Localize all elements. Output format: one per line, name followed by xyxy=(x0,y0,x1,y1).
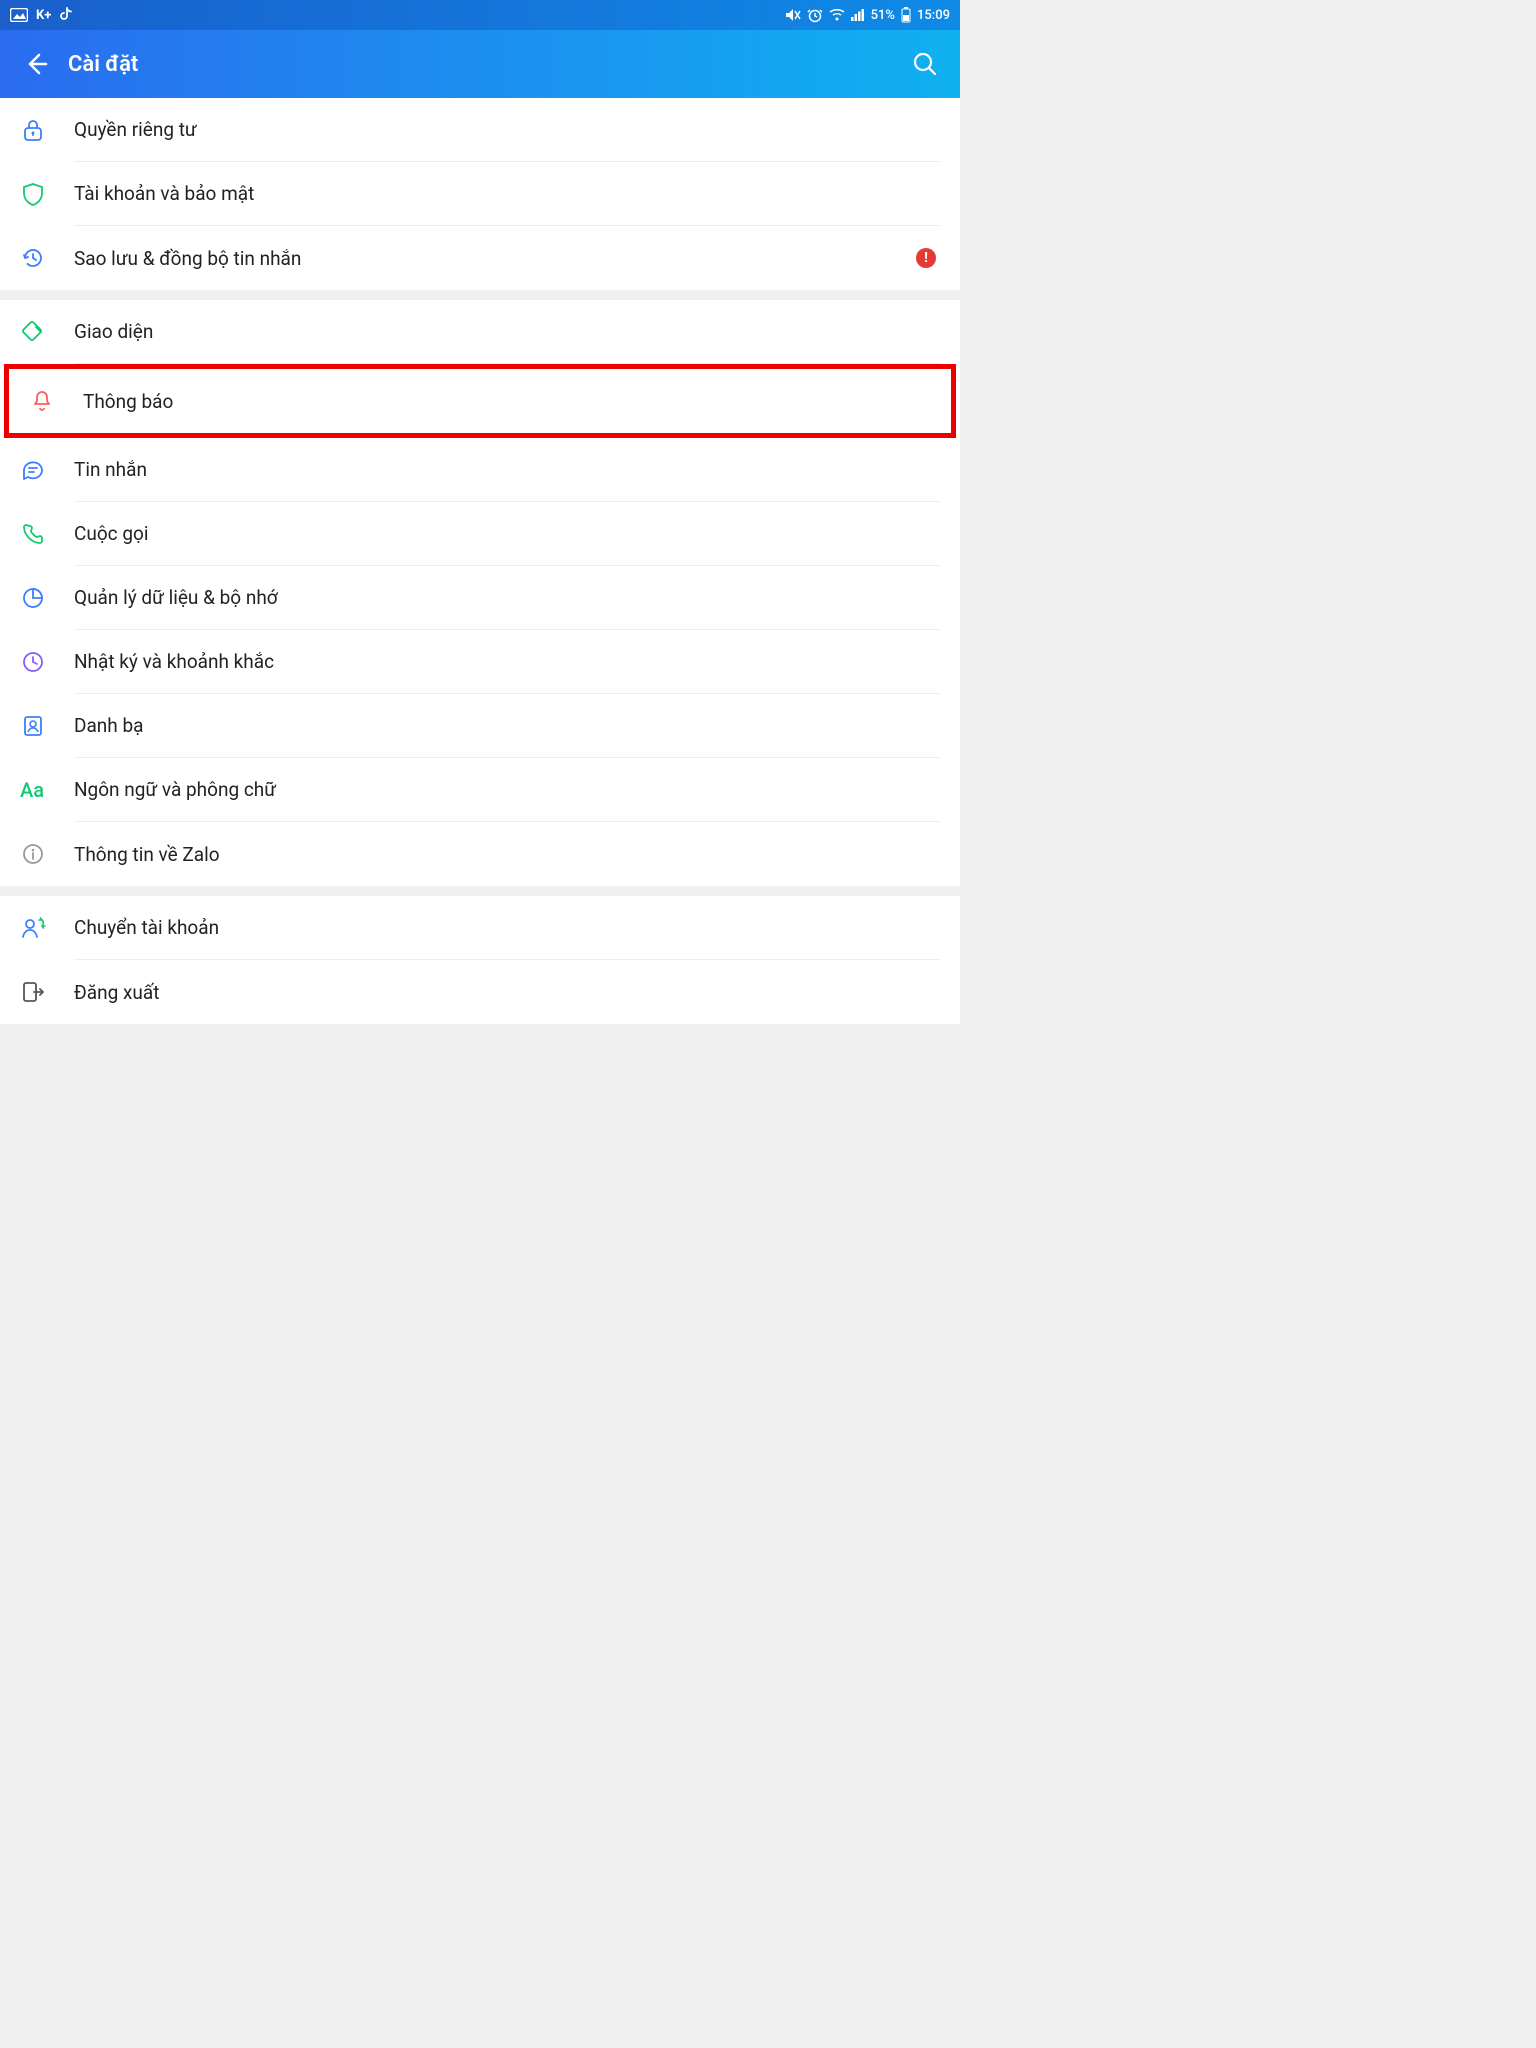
settings-item-contacts[interactable]: Danh bạ xyxy=(0,694,960,758)
settings-section-2: Giao diện Thông báo Tin nhắn Cuộc gọi Qu… xyxy=(0,300,960,886)
search-button[interactable] xyxy=(910,49,940,79)
bell-icon xyxy=(29,388,65,414)
status-bar: K+ 51% 15:09 xyxy=(0,0,960,30)
settings-item-call[interactable]: Cuộc gọi xyxy=(0,502,960,566)
aa-icon: Aa xyxy=(20,778,56,802)
battery-text: 51% xyxy=(871,8,895,23)
settings-item-label: Cuộc gọi xyxy=(74,522,148,545)
section-divider xyxy=(0,886,960,896)
section-divider xyxy=(0,290,960,300)
settings-item-label: Giao diện xyxy=(74,320,153,343)
contact-icon xyxy=(20,713,56,739)
shield-icon xyxy=(20,181,56,207)
settings-section-1: Quyền riêng tư Tài khoản và bảo mật Sao … xyxy=(0,98,960,290)
settings-item-data[interactable]: Quản lý dữ liệu & bộ nhớ xyxy=(0,566,960,630)
settings-section-3: Chuyển tài khoản Đăng xuất xyxy=(0,896,960,1024)
highlight-annotation: Thông báo xyxy=(4,364,956,438)
info-icon xyxy=(20,841,56,867)
settings-item-privacy[interactable]: Quyền riêng tư xyxy=(0,98,960,162)
settings-item-label: Đăng xuất xyxy=(74,981,159,1004)
status-left: K+ xyxy=(10,7,73,23)
page-title: Cài đặt xyxy=(68,52,138,77)
logout-icon xyxy=(20,979,56,1005)
alert-badge-icon: ! xyxy=(916,248,936,268)
settings-item-about[interactable]: Thông tin về Zalo xyxy=(0,822,960,886)
alarm-icon xyxy=(807,7,823,23)
settings-item-language[interactable]: Aa Ngôn ngữ và phông chữ xyxy=(0,758,960,822)
chat-icon xyxy=(20,457,56,483)
settings-item-theme[interactable]: Giao diện xyxy=(0,300,960,364)
clock-text: 15:09 xyxy=(917,8,950,23)
settings-item-notification[interactable]: Thông báo xyxy=(9,369,951,433)
settings-item-label: Ngôn ngữ và phông chữ xyxy=(74,778,276,801)
brush-icon xyxy=(20,319,56,345)
settings-item-label: Tin nhắn xyxy=(74,458,147,481)
settings-item-logout[interactable]: Đăng xuất xyxy=(0,960,960,1024)
settings-item-label: Thông báo xyxy=(83,390,173,413)
settings-item-account[interactable]: Tài khoản và bảo mật xyxy=(0,162,960,226)
settings-item-label: Tài khoản và bảo mật xyxy=(74,182,254,205)
settings-item-label: Thông tin về Zalo xyxy=(74,843,220,866)
app-header: Cài đặt xyxy=(0,30,960,98)
settings-item-message[interactable]: Tin nhắn xyxy=(0,438,960,502)
settings-item-switch-account[interactable]: Chuyển tài khoản xyxy=(0,896,960,960)
gallery-icon xyxy=(10,8,28,22)
switch-user-icon xyxy=(20,915,56,941)
wifi-icon xyxy=(829,9,845,21)
settings-item-label: Danh bạ xyxy=(74,714,143,737)
phone-icon xyxy=(20,521,56,547)
lock-icon xyxy=(20,117,56,143)
settings-item-label: Chuyển tài khoản xyxy=(74,916,219,939)
battery-icon xyxy=(901,7,911,23)
piechart-icon xyxy=(20,585,56,611)
tiktok-icon xyxy=(59,7,73,23)
settings-item-label: Quản lý dữ liệu & bộ nhớ xyxy=(74,586,278,609)
settings-item-backup[interactable]: Sao lưu & đồng bộ tin nhắn ! xyxy=(0,226,960,290)
settings-item-label: Quyền riêng tư xyxy=(74,118,197,141)
settings-item-label: Sao lưu & đồng bộ tin nhắn xyxy=(74,247,301,270)
history-icon xyxy=(20,245,56,271)
settings-item-diary[interactable]: Nhật ký và khoảnh khắc xyxy=(0,630,960,694)
mute-icon xyxy=(785,8,801,22)
status-right: 51% 15:09 xyxy=(785,7,950,23)
signal-icon xyxy=(851,9,865,21)
back-button[interactable] xyxy=(20,49,50,79)
settings-item-label: Nhật ký và khoảnh khắc xyxy=(74,650,274,673)
clock-icon xyxy=(20,649,56,675)
kplus-icon: K+ xyxy=(36,8,51,23)
